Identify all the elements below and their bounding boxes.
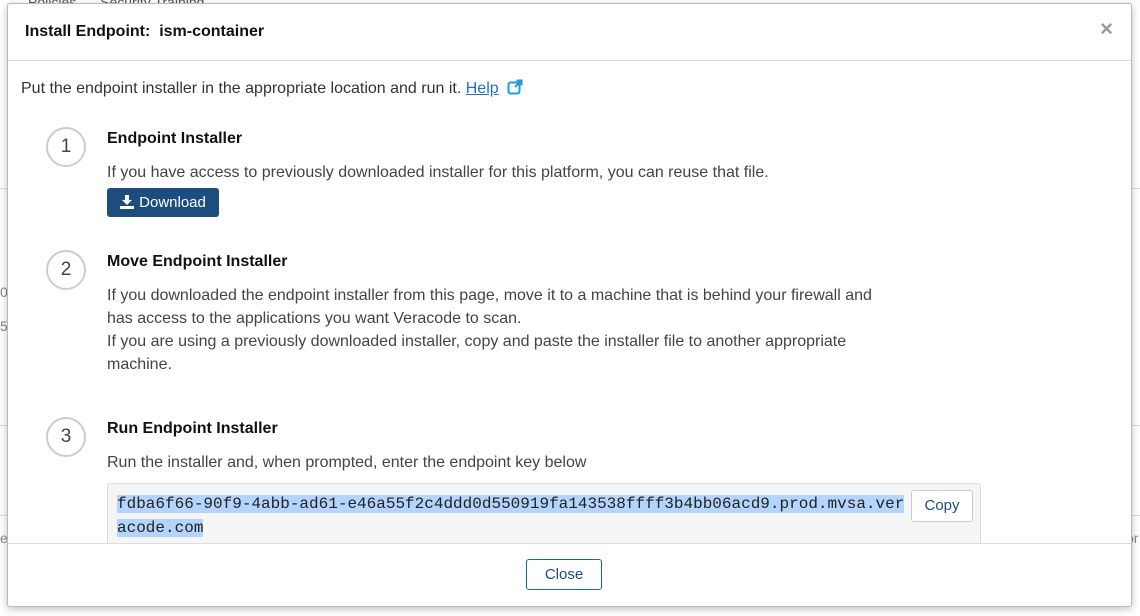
download-button[interactable]: Download [107, 188, 219, 217]
step-text-line: If you downloaded the endpoint installer… [107, 287, 872, 304]
step-title: Endpoint Installer [107, 130, 243, 147]
modal-title: Install Endpoint: ism-container [25, 23, 265, 40]
modal-footer: Close [8, 543, 1131, 606]
step-title: Run Endpoint Installer [107, 420, 278, 437]
copy-button[interactable]: Copy [911, 490, 973, 522]
step-number: 2 [46, 250, 86, 290]
step-text-line: If you are using a previously downloaded… [107, 333, 847, 350]
endpoint-key[interactable]: fdba6f66-90f9-4abb-ad61-e46a55f2c4ddd0d5… [117, 492, 907, 540]
step-title: Move Endpoint Installer [107, 253, 288, 270]
close-icon[interactable]: × [1100, 18, 1113, 40]
step-text: If you downloaded the endpoint installer… [107, 284, 937, 376]
download-label: Download [139, 194, 206, 211]
step-text-line: machine. [107, 356, 172, 373]
endpoint-key-value[interactable]: fdba6f66-90f9-4abb-ad61-e46a55f2c4ddd0d5… [117, 495, 905, 537]
download-icon [120, 195, 135, 209]
step-text: Run the installer and, when prompted, en… [107, 454, 587, 471]
intro-text: Put the endpoint installer in the approp… [21, 79, 523, 100]
modal-body: Put the endpoint installer in the approp… [8, 61, 1131, 543]
endpoint-key-box: fdba6f66-90f9-4abb-ad61-e46a55f2c4ddd0d5… [107, 483, 981, 543]
external-link-icon[interactable] [507, 79, 523, 100]
close-button[interactable]: Close [526, 559, 602, 590]
step-text-line: has access to the applications you want … [107, 310, 522, 327]
help-link[interactable]: Help [466, 80, 499, 97]
intro-label: Put the endpoint installer in the approp… [21, 80, 462, 97]
modal-header: Install Endpoint: ism-container × [8, 4, 1131, 61]
step-text: If you have access to previously downloa… [107, 164, 769, 181]
step-number: 3 [46, 417, 86, 457]
install-endpoint-modal: Install Endpoint: ism-container × Put th… [7, 3, 1132, 607]
step-number: 1 [46, 127, 86, 167]
